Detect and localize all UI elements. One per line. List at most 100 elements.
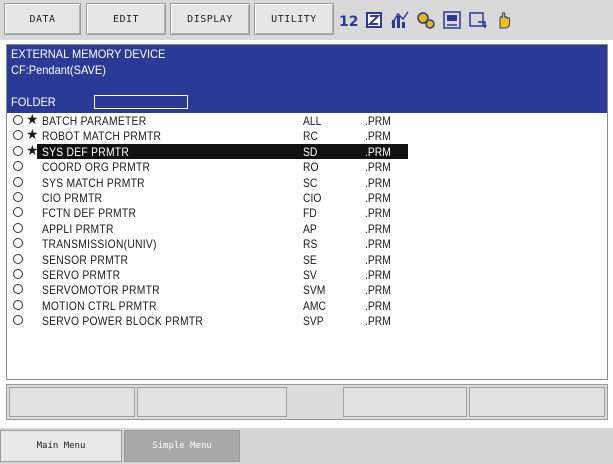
star-icon: ★ xyxy=(26,141,39,158)
file-name: MOTION CTRL PRMTR xyxy=(42,298,157,313)
panel-header: EXTERNAL MEMORY DEVICE CF:Pendant(SAVE) … xyxy=(7,45,607,113)
file-name: APPLI PRMTR xyxy=(42,221,114,236)
file-extension: .PRM xyxy=(365,129,391,144)
device-label: CF:Pendant(SAVE) xyxy=(11,63,106,77)
select-radio-icon[interactable] xyxy=(13,145,23,156)
function-key-1[interactable] xyxy=(9,387,135,417)
file-extension: .PRM xyxy=(365,252,391,267)
function-key-row xyxy=(6,384,608,420)
file-list-panel: EXTERNAL MEMORY DEVICE CF:Pendant(SAVE) … xyxy=(6,44,608,380)
list-item[interactable]: TRANSMISSION(UNIV) RS .PRM xyxy=(7,236,607,251)
select-radio-icon[interactable] xyxy=(13,268,23,279)
file-code: AP xyxy=(303,221,317,236)
window-icon[interactable] xyxy=(468,10,488,30)
top-menu-bar: DATA EDIT DISPLAY UTILITY 12 xyxy=(0,0,613,40)
list-item[interactable]: SENSOR PRMTR SE .PRM xyxy=(7,252,607,267)
file-code: RO xyxy=(303,160,319,175)
file-name: BATCH PARAMETER xyxy=(42,114,147,128)
function-key-2[interactable] xyxy=(137,387,287,417)
file-name: SYS MATCH PRMTR xyxy=(42,175,145,190)
star-icon: ★ xyxy=(26,111,39,127)
list-item[interactable]: COORD ORG PRMTR RO .PRM xyxy=(7,159,607,174)
file-code: SC xyxy=(303,175,318,190)
select-radio-icon[interactable] xyxy=(13,191,23,202)
display-menu-button[interactable]: DISPLAY xyxy=(170,3,250,35)
list-item[interactable]: CIO PRMTR CIO .PRM xyxy=(7,190,607,205)
list-item[interactable]: MOTION CTRL PRMTR AMC .PRM xyxy=(7,298,607,313)
select-radio-icon[interactable] xyxy=(13,130,23,141)
file-code: SVP xyxy=(303,314,324,329)
file-extension: .PRM xyxy=(365,175,391,190)
file-name: SYS DEF PRMTR xyxy=(42,144,130,159)
list-item[interactable]: ★ ROBOT MATCH PRMTR RC .PRM xyxy=(7,126,607,144)
file-code: FD xyxy=(303,206,317,221)
file-extension: .PRM xyxy=(365,144,391,159)
data-menu-button[interactable]: DATA xyxy=(4,3,81,35)
main-menu-button[interactable]: Main Menu xyxy=(0,430,122,462)
file-extension: .PRM xyxy=(365,114,391,128)
select-radio-icon[interactable] xyxy=(13,299,23,310)
edit-menu-button[interactable]: EDIT xyxy=(86,3,166,35)
file-extension: .PRM xyxy=(365,267,391,282)
bottom-menu-bar: Main Menu Simple Menu xyxy=(0,428,613,464)
function-key-3[interactable] xyxy=(343,387,467,417)
file-code: CIO xyxy=(303,190,322,205)
file-name: ROBOT MATCH PRMTR xyxy=(42,129,162,144)
io-icon[interactable] xyxy=(442,10,462,30)
list-item[interactable]: ★ BATCH PARAMETER ALL .PRM xyxy=(7,111,607,128)
utility-menu-button[interactable]: UTILITY xyxy=(254,3,334,35)
folder-label: FOLDER xyxy=(11,95,56,109)
file-code: AMC xyxy=(303,298,326,313)
file-code: SVM xyxy=(303,283,326,298)
select-radio-icon[interactable] xyxy=(13,176,23,187)
file-name: CIO PRMTR xyxy=(42,190,103,205)
select-radio-icon[interactable] xyxy=(13,115,23,125)
language-toggle-icon[interactable]: 12 xyxy=(338,10,358,30)
list-item[interactable]: SERVOMOTOR PRMTR SVM .PRM xyxy=(7,282,607,297)
file-extension: .PRM xyxy=(365,190,391,205)
file-name: SERVO POWER BLOCK PRMTR xyxy=(42,314,204,329)
teach-pendant-screen: DATA EDIT DISPLAY UTILITY 12 EXTERNAL ME… xyxy=(0,0,613,464)
status-icon-strip: 12 xyxy=(338,5,514,35)
hand-icon[interactable] xyxy=(494,10,514,30)
file-name: SERVOMOTOR PRMTR xyxy=(42,283,160,298)
select-radio-icon[interactable] xyxy=(13,238,23,249)
file-extension: .PRM xyxy=(365,283,391,298)
file-code: SD xyxy=(303,144,318,159)
file-code: SV xyxy=(303,267,317,282)
gear-icon[interactable] xyxy=(416,10,436,30)
simple-menu-button[interactable]: Simple Menu xyxy=(124,430,240,462)
select-radio-icon[interactable] xyxy=(13,284,23,295)
file-extension: .PRM xyxy=(365,237,391,252)
select-radio-icon[interactable] xyxy=(13,161,23,172)
file-code: RC xyxy=(303,129,318,144)
folder-field[interactable] xyxy=(94,95,188,109)
file-name: COORD ORG PRMTR xyxy=(42,160,151,175)
select-radio-icon[interactable] xyxy=(13,222,23,233)
list-item[interactable]: ★ SYS DEF PRMTR SD .PRM xyxy=(7,141,607,159)
select-radio-icon[interactable] xyxy=(13,253,23,264)
svg-text:12: 12 xyxy=(339,14,358,30)
function-key-4[interactable] xyxy=(469,387,605,417)
file-code: ALL xyxy=(303,114,322,128)
file-extension: .PRM xyxy=(365,298,391,313)
list-item[interactable]: SERVO PRMTR SV .PRM xyxy=(7,267,607,282)
file-code: RS xyxy=(303,237,318,252)
list-item[interactable]: FCTN DEF PRMTR FD .PRM xyxy=(7,205,607,220)
file-list: ★ BATCH PARAMETER ALL .PRM ★ ROBOT MATCH PRMT… xyxy=(7,111,607,328)
file-extension: .PRM xyxy=(365,221,391,236)
page-title: EXTERNAL MEMORY DEVICE xyxy=(11,47,166,61)
file-code: SE xyxy=(303,252,317,267)
chart-icon[interactable] xyxy=(390,10,410,30)
file-name: SENSOR PRMTR xyxy=(42,252,129,267)
file-name: FCTN DEF PRMTR xyxy=(42,206,137,221)
star-icon: ★ xyxy=(26,126,39,143)
select-radio-icon[interactable] xyxy=(13,207,23,218)
select-radio-icon[interactable] xyxy=(13,315,23,326)
list-item[interactable]: SYS MATCH PRMTR SC .PRM xyxy=(7,175,607,190)
list-item[interactable]: APPLI PRMTR AP .PRM xyxy=(7,221,607,236)
file-name: TRANSMISSION(UNIV) xyxy=(42,237,157,252)
file-extension: .PRM xyxy=(365,206,391,221)
edit-mode-icon[interactable] xyxy=(364,10,384,30)
list-item[interactable]: SERVO POWER BLOCK PRMTR SVP .PRM xyxy=(7,313,607,328)
